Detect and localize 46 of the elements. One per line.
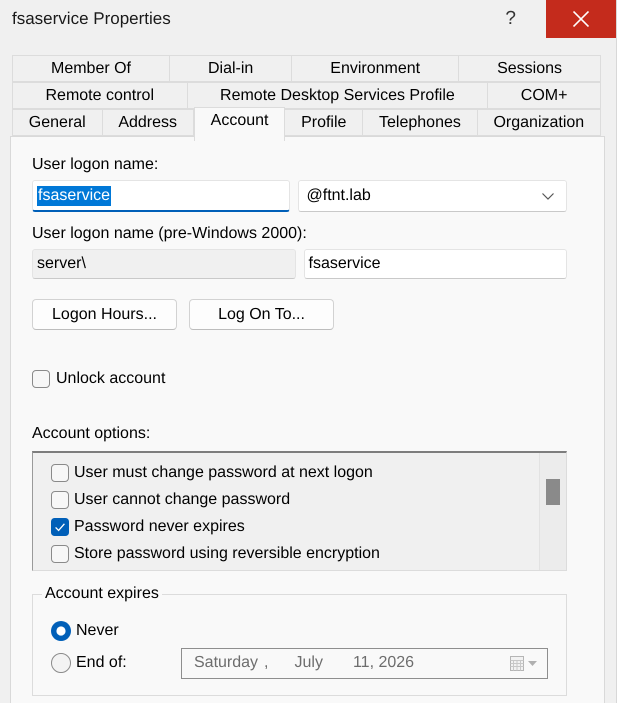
dialog-button[interactable]: Log On To... [189,299,334,330]
section-label: Account options: [32,425,150,443]
tab[interactable]: General [12,109,103,136]
tab[interactable]: Remote control [12,82,188,109]
calendar-icon [510,656,524,670]
checkbox-label: Store password using reversible encryption [74,544,380,562]
dialog-button[interactable]: Logon Hours... [32,299,177,330]
tab[interactable]: Sessions [459,55,601,82]
checkbox[interactable] [32,370,50,388]
checkbox[interactable] [51,518,69,536]
date-separator: , [264,654,268,672]
help-button[interactable]: ? [501,8,520,30]
pre-windows-name-field[interactable]: fsaservice [304,249,567,279]
tab[interactable]: Member Of [12,55,170,82]
tab[interactable]: Account [194,107,286,141]
field-label: User logon name (pre-Windows 2000): [32,225,307,243]
logon-name-field[interactable]: fsaservice [32,180,290,212]
close-icon [573,11,589,27]
checkbox-label: User must change password at next logon [74,464,373,482]
checkbox-label: User cannot change password [74,490,290,508]
tab[interactable]: Organization [478,109,602,136]
tab[interactable]: Remote Desktop Services Profile [188,82,488,109]
window-title: fsaservice Properties [11,9,172,29]
caret-icon [528,660,537,666]
tab[interactable]: Profile [285,109,364,136]
radio-button[interactable] [51,653,71,673]
domain-prefix-field[interactable]: server\ [32,249,296,279]
checkbox[interactable] [51,544,69,562]
group-label: Account expires [44,585,160,603]
radio-label: Never [76,622,119,640]
checkbox[interactable] [51,464,69,482]
checkbox[interactable] [51,490,69,508]
scrollbar-thumb[interactable] [546,479,560,505]
tab[interactable]: Environment [292,55,460,82]
domain-dropdown[interactable]: @ftnt.lab [298,180,567,212]
tab[interactable]: Address [102,109,194,136]
chevron-down-icon [542,192,554,200]
tab[interactable]: Telephones [363,109,478,136]
tab[interactable]: Dial-in [170,55,292,82]
close-button[interactable] [546,0,616,38]
field-label: User logon name: [32,156,158,174]
checkbox-label: Unlock account [56,370,166,388]
tab[interactable]: COM+ [488,82,601,109]
checkbox-label: Password never expires [74,518,245,536]
radio-label: End of: [76,654,127,672]
radio-button[interactable] [51,621,71,641]
